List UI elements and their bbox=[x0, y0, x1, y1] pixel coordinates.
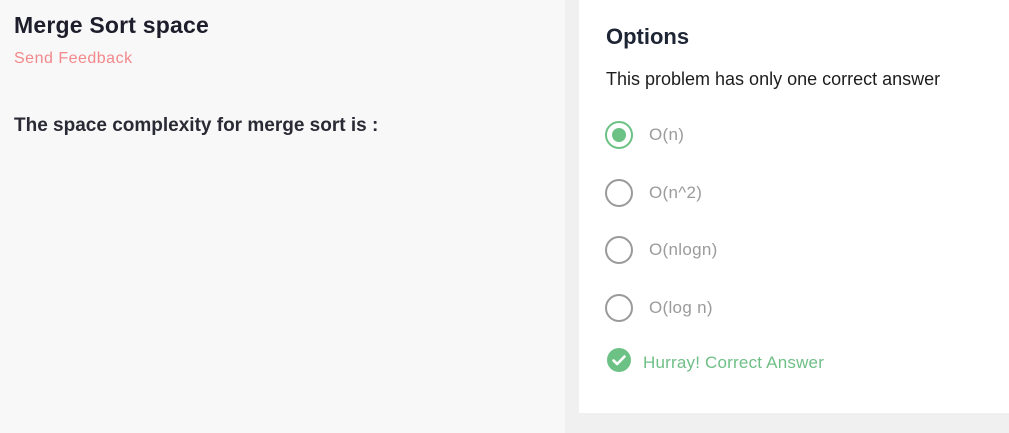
options-instruction: This problem has only one correct answer bbox=[606, 69, 941, 89]
send-feedback-link[interactable]: Send Feedback bbox=[14, 50, 133, 68]
option-4[interactable]: O(log n) bbox=[605, 294, 713, 322]
option-2[interactable]: O(n^2) bbox=[605, 179, 702, 207]
option-label: O(n) bbox=[649, 125, 685, 144]
option-label: O(n^2) bbox=[649, 183, 703, 202]
option-3[interactable]: O(nlogn) bbox=[605, 236, 718, 264]
option-label: O(log n) bbox=[649, 298, 713, 317]
radio-icon[interactable] bbox=[605, 236, 633, 264]
option-label: O(nlogn) bbox=[649, 240, 718, 259]
radio-icon[interactable] bbox=[605, 294, 633, 322]
result-label: Hurray! Correct Answer bbox=[643, 352, 825, 372]
question-text: The space complexity for merge sort is : bbox=[14, 115, 379, 136]
radio-selected-icon[interactable] bbox=[605, 121, 633, 149]
result-message: Hurray! Correct Answer bbox=[607, 348, 824, 377]
radio-icon[interactable] bbox=[605, 179, 633, 207]
options-title: Options bbox=[606, 24, 690, 49]
problem-pane: Merge Sort space Send Feedback The space… bbox=[0, 0, 565, 433]
option-1[interactable]: O(n) bbox=[605, 121, 684, 149]
check-circle-icon bbox=[607, 348, 631, 377]
options-panel: Options This problem has only one correc… bbox=[579, 0, 1009, 413]
problem-title: Merge Sort space bbox=[14, 12, 209, 38]
